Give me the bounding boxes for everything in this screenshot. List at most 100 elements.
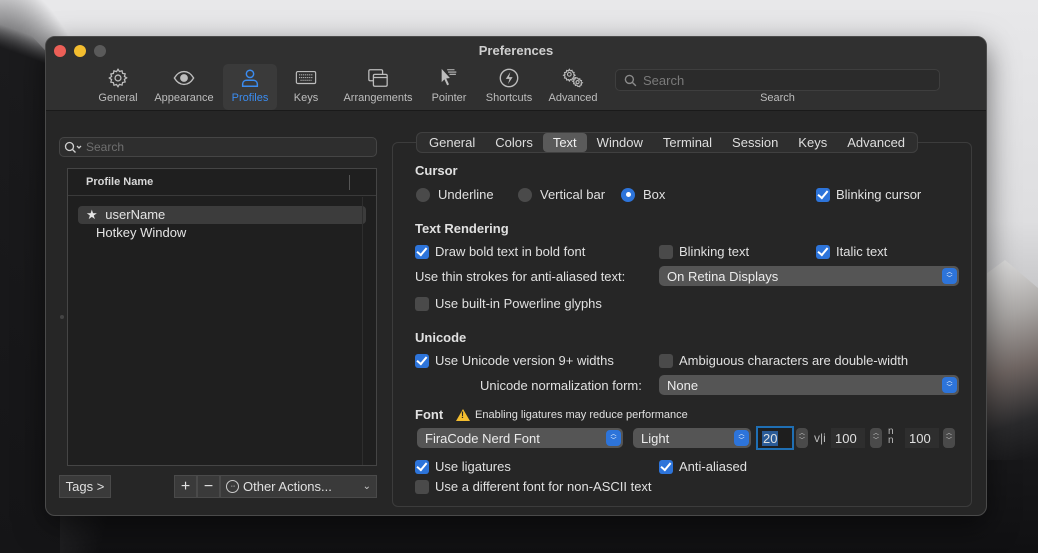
checkbox-icon (415, 479, 429, 494)
toolbar-keys-label: Keys (293, 92, 319, 104)
tab-keys[interactable]: Keys (788, 133, 837, 152)
use-ligatures-checkbox[interactable]: Use ligatures (415, 459, 511, 474)
font-size-stepper[interactable]: ︿ ﹀ (796, 428, 808, 448)
tab-terminal[interactable]: Terminal (653, 133, 722, 152)
toolbar-shortcuts-label: Shortcuts (485, 92, 533, 104)
preferences-search-input[interactable]: Search (615, 69, 940, 91)
horizontal-spacing-stepper[interactable]: ︿ ﹀ (870, 428, 882, 448)
toolbar-general[interactable]: General (96, 64, 140, 110)
unicode-v9-label: Use Unicode version 9+ widths (435, 353, 614, 368)
titlebar: Preferences General Appearance Profiles … (46, 37, 986, 111)
checkbox-checked-icon (415, 244, 429, 259)
toolbar-advanced-label: Advanced (548, 92, 598, 104)
select-arrows-icon: ︿ ﹀ (734, 430, 749, 446)
ambiguous-width-checkbox[interactable]: Ambiguous characters are double-width (659, 353, 908, 368)
ligatures-warning-text: Enabling ligatures may reduce performanc… (475, 409, 688, 421)
desktop-wallpaper-mountain-right (978, 260, 1038, 460)
cursor-box-radio[interactable]: Box (621, 187, 665, 202)
profile-row-name: Hotkey Window (96, 225, 187, 240)
cursor-underline-label: Underline (438, 187, 494, 202)
toolbar-keys[interactable]: Keys (286, 64, 326, 110)
thin-strokes-select[interactable]: On Retina Displays ︿ ﹀ (659, 266, 959, 286)
toolbar-advanced[interactable]: Advanced (545, 64, 601, 110)
search-label: Search (760, 92, 795, 104)
profile-name-header-label: Profile Name (86, 176, 154, 188)
preferences-window: Preferences General Appearance Profiles … (45, 36, 987, 516)
select-arrows-icon: ︿ ﹀ (942, 377, 957, 393)
powerline-glyphs-checkbox[interactable]: Use built-in Powerline glyphs (415, 296, 602, 311)
cursor-underline-radio[interactable]: Underline (416, 187, 494, 202)
toolbar-shortcuts[interactable]: Shortcuts (482, 64, 536, 110)
ligatures-warning: Enabling ligatures may reduce performanc… (456, 409, 688, 421)
profile-row[interactable]: Hotkey Window (78, 224, 366, 242)
vertical-spacing-value: 100 (909, 430, 931, 446)
profile-search-input[interactable]: Search (59, 137, 377, 157)
anti-aliased-checkbox[interactable]: Anti-aliased (659, 459, 747, 474)
add-profile-button[interactable]: + (174, 475, 197, 498)
cursor-vertical-bar-label: Vertical bar (540, 187, 606, 202)
anti-aliased-label: Anti-aliased (679, 459, 747, 474)
unicode-v9-checkbox[interactable]: Use Unicode version 9+ widths (415, 353, 614, 368)
horizontal-spacing-input[interactable]: 100 (831, 428, 865, 448)
other-actions-button[interactable]: ··· Other Actions... ⌄ (220, 475, 377, 498)
person-icon (241, 69, 259, 87)
remove-profile-button[interactable]: − (197, 475, 220, 498)
tab-window[interactable]: Window (587, 133, 653, 152)
profile-list-scrollbar[interactable] (362, 197, 376, 465)
checkbox-checked-icon (415, 459, 429, 474)
toolbar-appearance[interactable]: Appearance (151, 64, 217, 110)
tab-general[interactable]: General (419, 133, 485, 152)
lightning-icon (499, 68, 519, 88)
checkbox-checked-icon (816, 244, 830, 259)
cursor-vertical-bar-radio[interactable]: Vertical bar (518, 187, 605, 202)
font-family-value: FiraCode Nerd Font (425, 430, 540, 446)
use-ligatures-label: Use ligatures (435, 459, 511, 474)
keyboard-icon (295, 70, 317, 85)
bold-font-label: Draw bold text in bold font (435, 244, 586, 259)
checkbox-checked-icon (659, 459, 673, 474)
checkbox-checked-icon (415, 353, 429, 368)
tab-colors[interactable]: Colors (485, 133, 543, 152)
toolbar-general-label: General (98, 92, 138, 104)
font-weight-select[interactable]: Light ︿ ﹀ (633, 428, 751, 448)
star-icon: ★ (86, 207, 98, 222)
checkbox-icon (659, 244, 673, 259)
toolbar-appearance-label: Appearance (154, 92, 214, 104)
italic-text-checkbox[interactable]: Italic text (816, 244, 887, 259)
toolbar-profiles[interactable]: Profiles (223, 64, 277, 110)
toolbar-arrangements[interactable]: Arrangements (338, 64, 418, 110)
ellipsis-circle-icon: ··· (226, 480, 239, 493)
ambiguous-width-label: Ambiguous characters are double-width (679, 353, 909, 368)
font-size-input[interactable]: 20 (756, 426, 794, 450)
bold-font-checkbox[interactable]: Draw bold text in bold font (415, 244, 585, 259)
preferences-search-placeholder: Search (643, 72, 685, 88)
normalization-select[interactable]: None ︿ ﹀ (659, 375, 959, 395)
tab-session[interactable]: Session (722, 133, 788, 152)
checkbox-icon (659, 353, 673, 368)
cursor-section-title: Cursor (415, 163, 458, 178)
profile-row[interactable]: ★ userName (78, 206, 366, 224)
toolbar-pointer-label: Pointer (431, 92, 467, 104)
non-ascii-font-label: Use a different font for non-ASCII text (435, 479, 652, 494)
text-rendering-section-title: Text Rendering (415, 221, 509, 236)
blinking-text-checkbox[interactable]: Blinking text (659, 244, 749, 259)
vertical-spacing-stepper[interactable]: ︿ ﹀ (943, 428, 955, 448)
profile-name-column-header[interactable]: Profile Name (68, 169, 376, 196)
checkbox-icon (415, 296, 429, 311)
cursor-box-label: Box (643, 187, 666, 202)
font-size-value: 20 (762, 430, 779, 446)
font-family-select[interactable]: FiraCode Nerd Font ︿ ﹀ (417, 428, 623, 448)
gears-icon (562, 68, 584, 88)
non-ascii-font-checkbox[interactable]: Use a different font for non-ASCII text (415, 479, 652, 494)
profile-tabs: General Colors Text Window Terminal Sess… (416, 132, 919, 153)
tags-button[interactable]: Tags > (59, 475, 111, 498)
tab-text[interactable]: Text (542, 133, 587, 152)
radio-icon (416, 187, 430, 202)
tab-advanced[interactable]: Advanced (837, 133, 915, 152)
thin-strokes-value: On Retina Displays (667, 268, 779, 284)
column-separator (349, 175, 350, 190)
vertical-spacing-input[interactable]: 100 (905, 428, 939, 448)
blinking-cursor-checkbox[interactable]: Blinking cursor (816, 187, 921, 202)
toolbar-pointer[interactable]: Pointer (427, 64, 471, 110)
split-view-handle[interactable] (60, 315, 64, 319)
